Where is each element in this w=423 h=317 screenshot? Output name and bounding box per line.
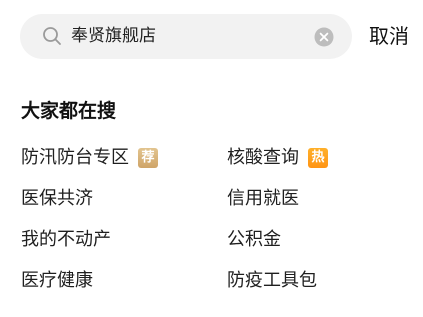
hot-search-item[interactable]: 医保共济: [21, 187, 93, 211]
hot-search-label: 防疫工具包: [227, 270, 317, 291]
hot-search-item[interactable]: 公积金: [227, 228, 281, 252]
hot-search-item[interactable]: 防汛防台专区 荐: [21, 146, 158, 170]
hot-badge: 热: [308, 148, 328, 168]
hot-search-label: 我的不动产: [21, 229, 111, 250]
section-title: 大家都在搜: [21, 100, 117, 122]
hot-search-item[interactable]: 防疫工具包: [227, 269, 317, 293]
hot-search-label: 信用就医: [227, 188, 299, 209]
hot-search-item[interactable]: 我的不动产: [21, 228, 111, 252]
hot-search-label: 核酸查询: [227, 147, 299, 168]
search-bar[interactable]: 奉贤旗舰店: [20, 14, 352, 59]
hot-search-item[interactable]: 核酸查询 热: [227, 146, 328, 170]
hot-search-label: 医保共济: [21, 188, 93, 209]
hot-search-label: 防汛防台专区: [21, 147, 129, 168]
hot-search-label: 医疗健康: [21, 270, 93, 291]
hot-search-item[interactable]: 信用就医: [227, 187, 299, 211]
hot-search-item[interactable]: 医疗健康: [21, 269, 93, 293]
clear-icon[interactable]: [314, 27, 334, 47]
recommend-badge: 荐: [138, 148, 158, 168]
search-icon: [43, 27, 61, 45]
cancel-button[interactable]: 取消: [369, 23, 409, 49]
search-input[interactable]: 奉贤旗舰店: [71, 25, 156, 48]
hot-search-label: 公积金: [227, 229, 281, 250]
